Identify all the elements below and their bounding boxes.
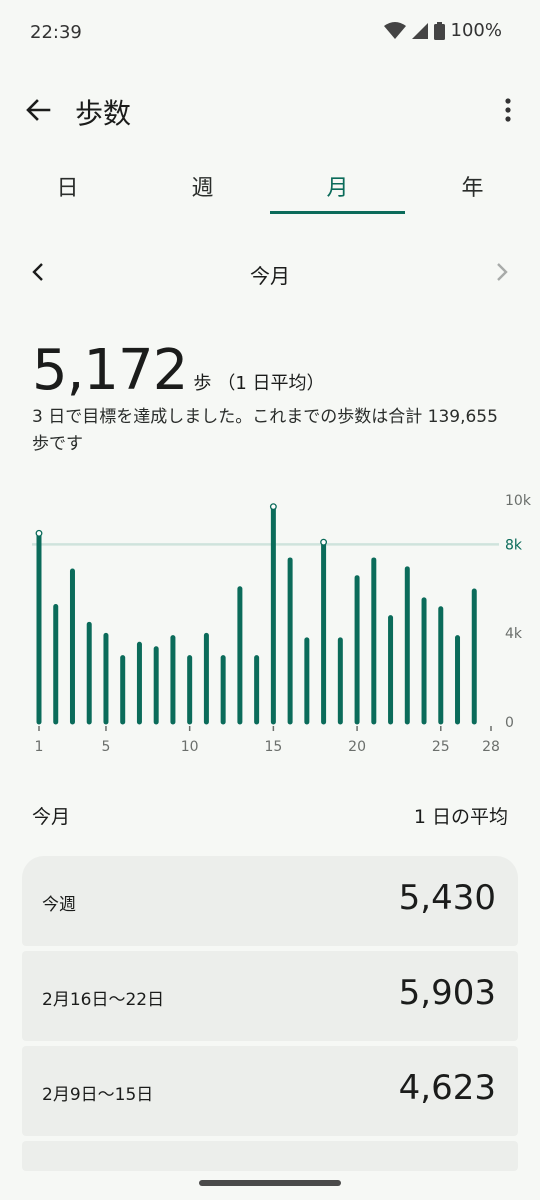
- page-title: 歩数: [75, 97, 132, 130]
- row-value: 4,623: [398, 1068, 496, 1108]
- y-tick-label: 0: [505, 715, 514, 731]
- tab-week[interactable]: 週: [135, 150, 270, 214]
- row-label: 2月16日〜22日: [42, 990, 165, 1010]
- tab-day[interactable]: 日: [0, 150, 135, 214]
- app-bar: 歩数: [0, 80, 540, 140]
- list-item[interactable]: 2月16日〜22日 5,903: [22, 951, 518, 1041]
- arrow-back-icon: [26, 99, 51, 121]
- weekly-average-list: 今週 5,430 2月16日〜22日 5,903 2月9日〜15日 4,623: [22, 856, 518, 1171]
- battery-percent: 100%: [450, 20, 502, 41]
- status-icons: 100%: [383, 20, 502, 41]
- home-gesture-bar[interactable]: [199, 1180, 341, 1186]
- more-options-button[interactable]: [496, 92, 520, 128]
- average-note: （1 日平均）: [217, 373, 325, 394]
- period-label: 今月: [250, 264, 290, 288]
- row-value: 5,430: [398, 878, 496, 918]
- next-period-button[interactable]: [488, 258, 516, 286]
- status-bar: 22:39 100%: [0, 0, 540, 64]
- x-tick-label: 1: [35, 739, 44, 755]
- x-tick-label: 15: [264, 739, 282, 755]
- tab-month[interactable]: 月: [270, 150, 405, 214]
- status-time: 22:39: [30, 22, 82, 43]
- goal-achieved-marker: [35, 529, 43, 537]
- battery-icon: [433, 21, 445, 40]
- daily-average-summary: 5,172 歩（1 日平均）: [32, 338, 325, 403]
- period-tabs: 日 週 月 年: [0, 150, 540, 214]
- wifi-icon: [383, 21, 406, 40]
- goal-achieved-marker: [269, 503, 277, 511]
- average-steps-value: 5,172: [32, 338, 188, 403]
- back-button[interactable]: [20, 92, 56, 128]
- list-item-partial[interactable]: [22, 1141, 518, 1171]
- section-column-label: 1 日の平均: [413, 806, 508, 828]
- signal-icon: [411, 22, 428, 39]
- steps-unit: 歩: [193, 373, 212, 394]
- summary-description: 3 日で目標を達成しました。これまでの歩数は合計 139,655 歩です: [32, 407, 498, 454]
- section-header: 今月 1 日の平均: [32, 800, 508, 830]
- y-tick-label: 4k: [505, 626, 523, 642]
- row-value: 5,903: [398, 973, 496, 1013]
- chart-svg: 1 5 10 15 20 25 2804k8k10k: [32, 493, 532, 755]
- period-navigator: 今月: [0, 248, 540, 296]
- row-label: 2月9日〜15日: [42, 1085, 154, 1105]
- row-label: 今週: [42, 895, 76, 915]
- section-title: 今月: [32, 806, 71, 828]
- list-item[interactable]: 2月9日〜15日 4,623: [22, 1046, 518, 1136]
- x-tick-label: 20: [348, 739, 366, 755]
- x-tick-label: 10: [181, 739, 199, 755]
- tab-year[interactable]: 年: [405, 150, 540, 214]
- x-tick-label: 5: [102, 739, 111, 755]
- x-tick-label: 28: [482, 739, 500, 755]
- x-tick-label: 25: [432, 739, 450, 755]
- more-vert-icon: [505, 98, 511, 122]
- goal-label: 8k: [505, 537, 523, 553]
- steps-bar-chart[interactable]: 1 5 10 15 20 25 28 0 4k 8k 10k: [0, 480, 540, 770]
- y-tick-label: 10k: [505, 493, 532, 509]
- chevron-right-icon: [497, 263, 508, 281]
- goal-achieved-marker: [320, 538, 328, 546]
- list-item[interactable]: 今週 5,430: [22, 856, 518, 946]
